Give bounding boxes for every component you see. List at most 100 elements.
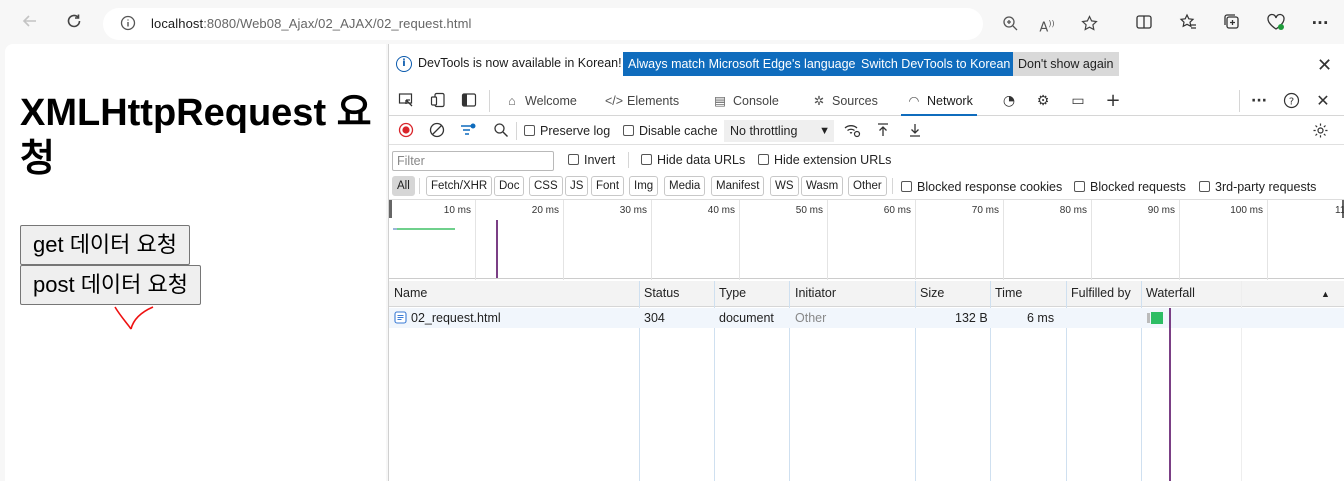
help-icon[interactable]: ? <box>1282 92 1300 110</box>
browser-essentials-icon[interactable] <box>1266 13 1286 33</box>
more-icon[interactable]: ··· <box>1310 13 1330 33</box>
type-chip-js[interactable]: JS <box>565 176 589 196</box>
split-screen-icon[interactable] <box>1134 13 1154 33</box>
type-chip-ws[interactable]: WS <box>770 176 799 196</box>
match-language-button[interactable]: Always match Microsoft Edge's language <box>623 52 861 76</box>
timeline-tick-label: 70 ms <box>971 205 999 216</box>
type-chip-doc[interactable]: Doc <box>494 176 525 196</box>
language-infobar: i DevTools is now available in Korean! A… <box>389 50 1344 78</box>
third-party-checkbox[interactable]: 3rd-party requests <box>1199 179 1316 195</box>
tab-network[interactable]: ◠ Network <box>901 86 977 116</box>
checkbox[interactable] <box>524 125 535 136</box>
type-chip-media[interactable]: Media <box>664 176 706 196</box>
download-icon[interactable] <box>906 122 924 140</box>
refresh-icon[interactable] <box>64 12 84 32</box>
read-aloud-icon[interactable]: A)) <box>1038 15 1056 35</box>
hide-data-urls-checkbox[interactable]: Hide data URLs <box>641 152 745 168</box>
inspect-element-icon[interactable] <box>397 92 415 110</box>
type-chip-font[interactable]: Font <box>591 176 625 196</box>
throttling-select[interactable]: No throttling ▼ <box>724 120 834 142</box>
performance-icon[interactable]: ◔ <box>1000 92 1018 110</box>
collections-icon[interactable] <box>1222 13 1242 33</box>
home-icon: ⌂ <box>508 94 516 108</box>
record-icon[interactable] <box>397 122 415 140</box>
back-arrow-icon[interactable] <box>20 12 40 32</box>
close-devtools-icon[interactable]: ✕ <box>1314 92 1332 110</box>
get-data-button[interactable]: get 데이터 요청 <box>20 225 191 265</box>
upload-icon[interactable] <box>874 122 892 140</box>
checkbox[interactable] <box>1199 181 1210 192</box>
overview-left-handle[interactable] <box>389 200 392 218</box>
timeline-gridline <box>1267 200 1268 280</box>
checkbox[interactable] <box>623 125 634 136</box>
divider <box>516 122 517 140</box>
type-chip-img[interactable]: Img <box>629 176 659 196</box>
filter-input[interactable]: Filter <box>392 151 554 171</box>
settings-gear-icon[interactable] <box>1311 122 1329 140</box>
tab-elements[interactable]: </> Elements <box>605 86 679 116</box>
more-icon[interactable]: ··· <box>1250 92 1268 110</box>
blocked-requests-checkbox[interactable]: Blocked requests <box>1074 179 1186 195</box>
timeline-gridline <box>651 200 652 280</box>
sort-ascending-icon[interactable]: ▲ <box>1321 289 1330 299</box>
filter-icon[interactable] <box>459 122 477 140</box>
url-text[interactable]: localhost:8080/Web08_Ajax/02_AJAX/02_req… <box>151 16 471 31</box>
clear-icon[interactable] <box>428 122 446 140</box>
disable-cache-checkbox[interactable]: Disable cache <box>623 123 718 139</box>
infobar-message: DevTools is now available in Korean! <box>418 56 622 70</box>
favorite-star-icon[interactable] <box>1080 15 1098 33</box>
tab-console[interactable]: ▤ Console <box>711 86 779 116</box>
checkbox[interactable] <box>901 181 912 192</box>
timeline-tick-label: 90 ms <box>1147 205 1175 216</box>
col-size[interactable]: Size <box>920 286 944 300</box>
col-waterfall[interactable]: Waterfall <box>1146 286 1195 300</box>
table-row[interactable]: 02_request.html 304 document Other 132 B… <box>389 308 1344 328</box>
network-overview-timeline[interactable]: 10 ms 20 ms 30 ms 40 ms 50 ms 60 ms 70 ms 80 ms… <box>389 199 1344 280</box>
type-chip-wasm[interactable]: Wasm <box>801 176 844 196</box>
type-chip-css[interactable]: CSS <box>529 176 563 196</box>
blocked-cookies-checkbox[interactable]: Blocked response cookies <box>901 179 1062 195</box>
col-name[interactable]: Name <box>394 286 427 300</box>
memory-icon[interactable]: ⚙ <box>1034 92 1052 110</box>
search-icon[interactable] <box>492 122 510 140</box>
post-data-button[interactable]: post 데이터 요청 <box>20 265 202 305</box>
network-conditions-icon[interactable] <box>843 122 861 140</box>
close-icon[interactable]: ✕ <box>1317 55 1332 76</box>
timeline-tick-label: 40 ms <box>707 205 735 216</box>
invert-checkbox[interactable]: Invert <box>568 152 615 168</box>
device-emulation-icon[interactable] <box>429 92 447 110</box>
checkbox[interactable] <box>568 154 579 165</box>
type-chip-fetch-xhr[interactable]: Fetch/XHR <box>426 176 493 196</box>
info-icon[interactable] <box>119 15 137 33</box>
address-bar[interactable]: localhost:8080/Web08_Ajax/02_AJAX/02_req… <box>103 8 1098 40</box>
col-status[interactable]: Status <box>644 286 679 300</box>
add-tab-icon[interactable]: + <box>1104 92 1122 110</box>
tab-welcome[interactable]: ⌂ Welcome <box>503 86 577 116</box>
col-time[interactable]: Time <box>995 286 1022 300</box>
timeline-gridline <box>739 200 740 280</box>
col-type[interactable]: Type <box>719 286 746 300</box>
third-party-label: 3rd-party requests <box>1215 180 1317 194</box>
red-scribble-mark <box>114 306 154 330</box>
favorites-icon[interactable] <box>1178 13 1198 33</box>
checkbox[interactable] <box>1074 181 1085 192</box>
type-chip-all[interactable]: All <box>392 176 415 196</box>
checkbox[interactable] <box>641 154 652 165</box>
type-chip-other[interactable]: Other <box>848 176 887 196</box>
switch-korean-button[interactable]: Switch DevTools to Korean <box>856 52 1016 76</box>
application-icon[interactable]: ▭ <box>1069 92 1087 110</box>
dock-side-icon[interactable] <box>460 92 478 110</box>
dont-show-again-button[interactable]: Don't show again <box>1013 52 1119 76</box>
col-initiator[interactable]: Initiator <box>795 286 836 300</box>
preserve-log-checkbox[interactable]: Preserve log <box>524 123 610 139</box>
checkbox[interactable] <box>758 154 769 165</box>
request-name[interactable]: 02_request.html <box>411 311 501 325</box>
col-fulfilled-by[interactable]: Fulfilled by <box>1071 286 1131 300</box>
hide-extension-urls-checkbox[interactable]: Hide extension URLs <box>758 152 891 168</box>
code-icon: </> <box>605 94 624 108</box>
browser-toolbar: localhost:8080/Web08_Ajax/02_AJAX/02_req… <box>0 0 1344 44</box>
tab-label: Elements <box>627 94 680 108</box>
tab-sources[interactable]: ✲ Sources <box>810 86 878 116</box>
zoom-icon[interactable] <box>1001 15 1019 33</box>
type-chip-manifest[interactable]: Manifest <box>711 176 765 196</box>
